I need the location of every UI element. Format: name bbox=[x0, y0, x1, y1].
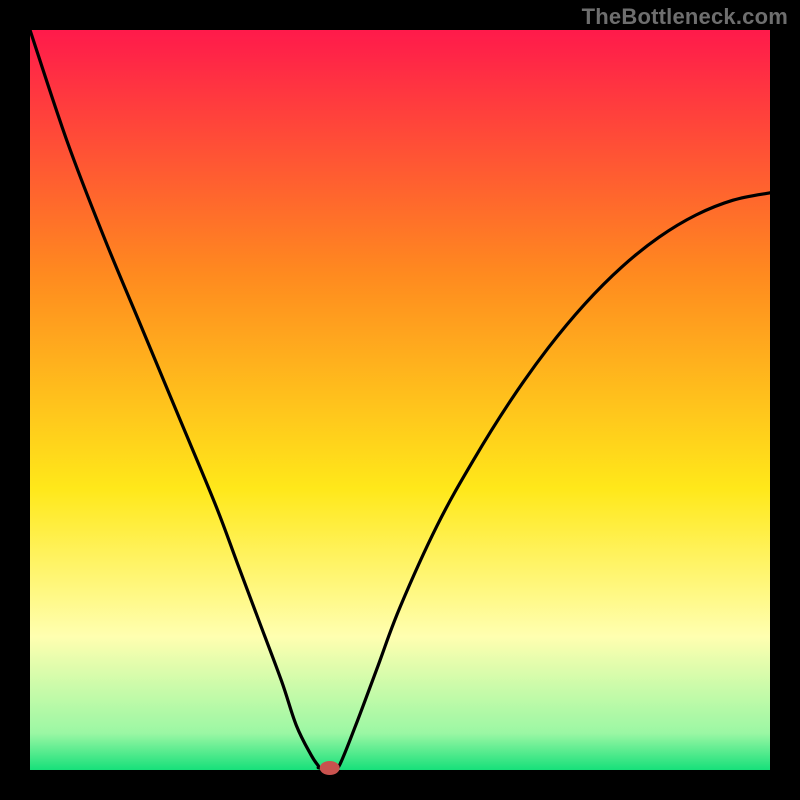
optimum-marker-icon bbox=[320, 761, 340, 775]
watermark-text: TheBottleneck.com bbox=[582, 4, 788, 30]
chart-frame: TheBottleneck.com bbox=[0, 0, 800, 800]
plot-background bbox=[30, 30, 770, 770]
bottleneck-chart bbox=[0, 0, 800, 800]
